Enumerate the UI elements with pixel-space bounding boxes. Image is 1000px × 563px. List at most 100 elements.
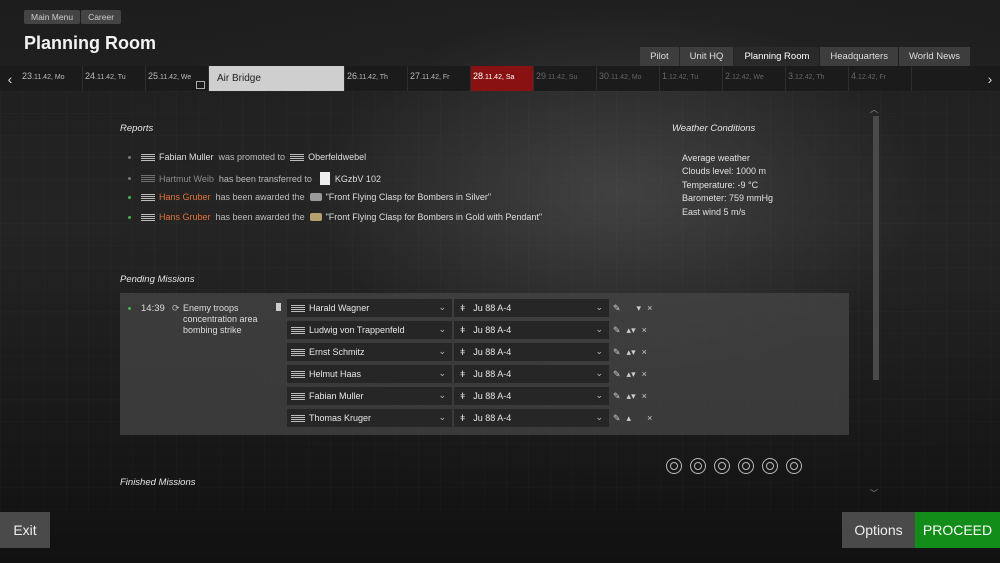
chevron-down-icon: ⌄ (595, 302, 603, 312)
tab-pilot[interactable]: Pilot (640, 47, 679, 67)
report-pilot-name[interactable]: Fabian Muller (159, 152, 214, 162)
plane-select[interactable]: ǂ Ju 88 A-4 ⌄ (454, 387, 609, 405)
wrench-icon[interactable]: ✎ (613, 413, 621, 424)
date-cell[interactable]: 4.12.42, Fr (849, 66, 912, 91)
remove-icon[interactable]: × (647, 413, 652, 423)
chevron-down-icon: ⌄ (438, 412, 446, 422)
date-cell-current[interactable]: 28.11.42, Sa (471, 66, 534, 91)
tab-unit-hq[interactable]: Unit HQ (679, 47, 734, 67)
pilot-select[interactable]: Harald Wagner ⌄ (287, 299, 452, 317)
date-cell[interactable]: 29.11.42, Su (534, 66, 597, 91)
report-pilot-name[interactable]: Hartmut Weib (159, 174, 214, 184)
report-target: KGzbV 102 (334, 173, 381, 184)
rank-icon (141, 175, 155, 182)
report-action: has been awarded the (215, 212, 305, 222)
wrench-icon[interactable]: ✎ (613, 303, 621, 314)
pilot-select[interactable]: Ernst Schmitz ⌄ (287, 343, 452, 361)
bullet-icon (128, 155, 131, 159)
move-down-icon[interactable]: ▾ (631, 325, 636, 336)
ship-icon[interactable] (762, 458, 778, 474)
pilot-select[interactable]: Ludwig von Trappenfeld ⌄ (287, 321, 452, 339)
date-cell[interactable]: 2.12.42, We (723, 66, 786, 91)
page-title: Planning Room (24, 33, 156, 53)
wrench-icon[interactable]: ✎ (613, 369, 621, 380)
pilot-select[interactable]: Thomas Kruger ⌄ (287, 409, 452, 427)
plane-name: Ju 88 A-4 (473, 325, 512, 335)
date-cell[interactable]: 23.11.42, Mo (20, 66, 83, 91)
move-down-icon[interactable]: ▾ (631, 391, 636, 402)
report-pilot-name[interactable]: Hans Gruber (159, 212, 211, 222)
options-button[interactable]: Options (842, 512, 915, 548)
compass-icon[interactable] (666, 458, 682, 474)
plane-name: Ju 88 A-4 (473, 303, 512, 313)
chevron-left-icon[interactable]: ‹ (0, 71, 20, 87)
date-cell[interactable]: 25.11.42, We (146, 66, 209, 91)
chevron-down-icon: ⌄ (438, 346, 446, 356)
plane-select[interactable]: ǂ Ju 88 A-4 ⌄ (454, 409, 609, 427)
pilot-select[interactable]: Helmut Haas ⌄ (287, 365, 452, 383)
remove-icon[interactable]: × (642, 347, 647, 357)
report-pilot-name[interactable]: Hans Gruber (159, 192, 211, 202)
breadcrumb-career[interactable]: Career (81, 10, 122, 24)
plane-icon: ǂ (460, 325, 466, 335)
gauge-icon[interactable] (714, 458, 730, 474)
plane-name: Ju 88 A-4 (473, 347, 512, 357)
tab-world-news[interactable]: World News (898, 47, 970, 67)
remove-icon[interactable]: × (642, 369, 647, 379)
tab-headquarters[interactable]: Headquarters (820, 47, 898, 67)
row-controls: ✎ ▾ × (613, 303, 668, 314)
mission-name[interactable]: Enemy troops concentration area bombing … (183, 303, 271, 336)
mission-panel: 14:39 ⟳ Enemy troops concentration area … (120, 293, 849, 435)
bookmark-icon[interactable] (276, 303, 281, 311)
date-cell[interactable]: 26.11.42, Th (345, 66, 408, 91)
breadcrumb-main-menu[interactable]: Main Menu (24, 10, 81, 24)
target-icon[interactable] (690, 458, 706, 474)
remove-icon[interactable]: × (642, 325, 647, 335)
date-cell[interactable]: 1.12.42, Tu (660, 66, 723, 91)
pilot-name: Ernst Schmitz (309, 347, 365, 357)
wrench-icon[interactable]: ✎ (613, 325, 621, 336)
exit-button[interactable]: Exit (0, 512, 50, 548)
rank-icon (291, 326, 305, 334)
scroll-up-icon[interactable]: ︿ (870, 104, 878, 115)
bullet-icon (128, 215, 131, 219)
scrollbar[interactable] (873, 116, 879, 380)
rank-icon (291, 392, 305, 400)
report-item: Hans Gruber has been awarded the "Front … (128, 212, 542, 222)
event-cell[interactable]: Air Bridge (209, 66, 345, 91)
weather-line: Temperature: -9 °C (682, 179, 759, 190)
wrench-icon[interactable]: ✎ (613, 391, 621, 402)
date-cell[interactable]: 24.11.42, Tu (83, 66, 146, 91)
date-timeline: ‹ 23.11.42, Mo 24.11.42, Tu 25.11.42, We… (0, 66, 1000, 91)
radar-icon[interactable] (738, 458, 754, 474)
chevron-right-icon[interactable]: › (980, 71, 1000, 87)
move-down-icon[interactable]: ▾ (637, 303, 642, 314)
remove-icon[interactable]: × (642, 391, 647, 401)
finished-missions-heading: Finished Missions (120, 477, 196, 488)
proceed-button[interactable]: PROCEED (915, 512, 1000, 548)
row-controls: ✎ ▴ ▾ × (613, 391, 668, 402)
weather-details: Average weather Clouds level: 1000 m Tem… (682, 152, 773, 219)
breadcrumb: Main Menu Career (24, 10, 122, 24)
plane-select[interactable]: ǂ Ju 88 A-4 ⌄ (454, 365, 609, 383)
pilot-name: Thomas Kruger (309, 413, 372, 423)
scroll-down-icon[interactable]: ﹀ (870, 488, 878, 499)
date-cell[interactable]: 30.11.42, Mo (597, 66, 660, 91)
date-cell[interactable]: 27.11.42, Fr (408, 66, 471, 91)
rank-icon (291, 370, 305, 378)
move-up-icon[interactable]: ▴ (627, 413, 632, 424)
wrench-icon[interactable]: ✎ (613, 347, 621, 358)
plane-select[interactable]: ǂ Ju 88 A-4 ⌄ (454, 299, 609, 317)
chevron-down-icon: ⌄ (595, 324, 603, 334)
remove-icon[interactable]: × (647, 303, 652, 313)
plane-select[interactable]: ǂ Ju 88 A-4 ⌄ (454, 321, 609, 339)
crosshair-icon[interactable] (786, 458, 802, 474)
pilot-select[interactable]: Fabian Muller ⌄ (287, 387, 452, 405)
pilot-name: Ludwig von Trappenfeld (309, 325, 405, 335)
move-down-icon[interactable]: ▾ (631, 347, 636, 358)
date-cell[interactable]: 3.12.42, Th (786, 66, 849, 91)
tab-planning-room[interactable]: Planning Room (734, 47, 820, 67)
pilot-name: Helmut Haas (309, 369, 362, 379)
plane-select[interactable]: ǂ Ju 88 A-4 ⌄ (454, 343, 609, 361)
move-down-icon[interactable]: ▾ (631, 369, 636, 380)
